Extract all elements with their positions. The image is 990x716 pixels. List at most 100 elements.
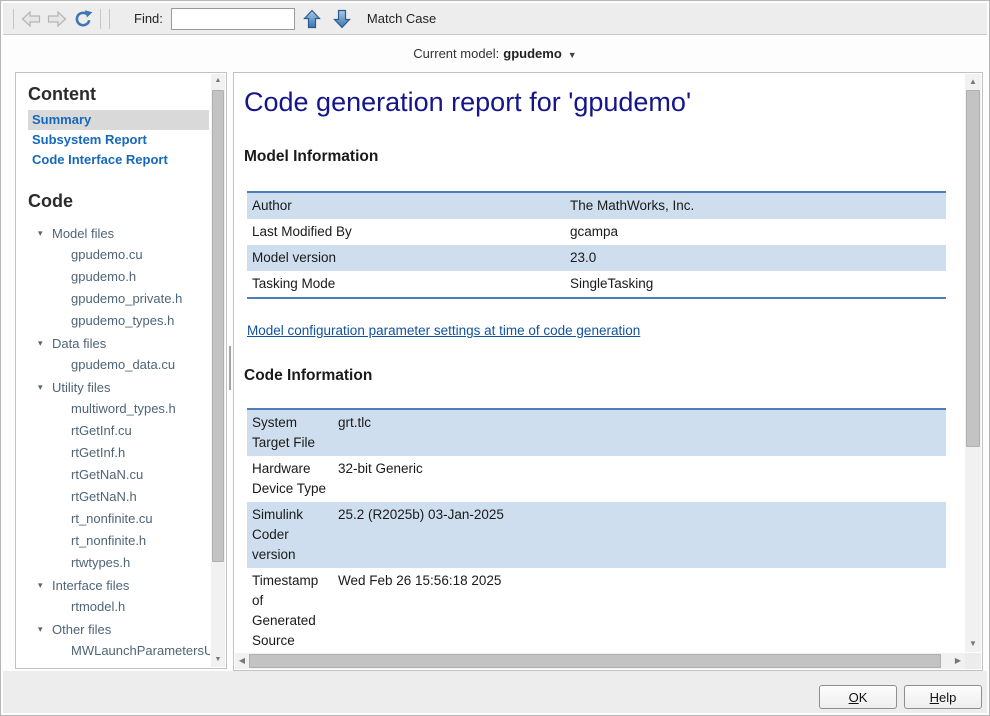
current-model-name: gpudemo <box>503 46 562 61</box>
tree-collapse-icon[interactable]: ▾ <box>38 580 52 591</box>
tree-file-item[interactable]: rtmodel.h <box>28 596 210 618</box>
row-label: Tasking Mode <box>247 271 565 298</box>
find-label: Find: <box>134 11 163 26</box>
scroll-right-icon[interactable]: ▶ <box>951 653 965 669</box>
code-information-heading: Code Information <box>244 367 955 384</box>
tree-group-label: Model files <box>52 226 114 241</box>
sidebar-link[interactable]: Subsystem Report <box>28 130 209 150</box>
sidebar-link[interactable]: Code Interface Report <box>28 150 209 170</box>
row-value: gcampa <box>565 219 946 245</box>
model-information-heading: Model Information <box>244 148 955 165</box>
tree-file-item[interactable]: rtGetInf.cu <box>28 420 210 442</box>
row-value: grt.tlc <box>333 409 946 456</box>
tree-group[interactable]: ▾Interface files <box>28 574 210 596</box>
tree-group[interactable]: ▾Other files <box>28 618 210 640</box>
code-generation-report-window: Find: Match Case Current model:gpudemo▼ … <box>0 0 990 716</box>
tree-file-item[interactable]: rtGetNaN.h <box>28 486 210 508</box>
find-input[interactable] <box>171 8 295 30</box>
tree-collapse-icon[interactable]: ▾ <box>38 228 52 239</box>
ok-button[interactable]: OK <box>819 685 897 709</box>
forward-button[interactable] <box>44 6 70 32</box>
tree-file-item[interactable]: rtGetNaN.cu <box>28 464 210 486</box>
code-file-tree: ▾Model filesgpudemo.cugpudemo.hgpudemo_p… <box>28 222 210 662</box>
row-label: Last Modified By <box>247 219 565 245</box>
tree-group-label: Other files <box>52 622 111 637</box>
table-row: Simulink Coder version25.2 (R2025b) 03-J… <box>247 502 946 568</box>
up-arrow-icon <box>303 9 321 29</box>
table-row: Tasking ModeSingleTasking <box>247 271 946 298</box>
help-button[interactable]: Help <box>904 685 982 709</box>
sidebar-scrollbar[interactable]: ▲ ▼ <box>211 74 225 667</box>
back-button[interactable] <box>18 6 44 32</box>
sidebar-scrollbar-thumb[interactable] <box>212 90 224 562</box>
find-next-button[interactable] <box>329 6 355 32</box>
tree-collapse-icon[interactable]: ▾ <box>38 338 52 349</box>
toolbar-separator <box>13 9 14 29</box>
config-parameters-link[interactable]: Model configuration parameter settings a… <box>247 323 640 338</box>
table-row: System Target Filegrt.tlc <box>247 409 946 456</box>
main-scrollbar-thumb[interactable] <box>966 90 980 447</box>
current-model-selector[interactable]: Current model: gpudemo ▼ <box>1 46 989 61</box>
scrollbar-corner <box>965 653 981 669</box>
tree-group[interactable]: ▾Utility files <box>28 376 210 398</box>
tree-group[interactable]: ▾Model files <box>28 222 210 244</box>
tree-collapse-icon[interactable]: ▾ <box>38 624 52 635</box>
tree-file-item[interactable]: rt_nonfinite.h <box>28 530 210 552</box>
scroll-down-icon[interactable]: ▼ <box>965 636 981 652</box>
find-previous-button[interactable] <box>299 6 325 32</box>
toolbar-separator <box>109 9 110 29</box>
tree-file-item[interactable]: gpudemo_types.h <box>28 310 210 332</box>
tree-file-item[interactable]: rt_nonfinite.cu <box>28 508 210 530</box>
row-value: Wed Feb 26 15:56:18 2025 <box>333 568 946 653</box>
scroll-down-icon[interactable]: ▼ <box>211 653 225 667</box>
table-row: Timestamp of Generated SourceWed Feb 26 … <box>247 568 946 653</box>
row-label: Timestamp of Generated Source <box>247 568 333 653</box>
back-arrow-icon <box>21 10 41 28</box>
tree-group[interactable]: ▾Data files <box>28 332 210 354</box>
table-row: Model version23.0 <box>247 245 946 271</box>
tree-file-item[interactable]: gpudemo.cu <box>28 244 210 266</box>
row-label: System Target File <box>247 409 333 456</box>
model-information-table: AuthorThe MathWorks, Inc.Last Modified B… <box>247 191 946 299</box>
table-row: Hardware Device Type32-bit Generic <box>247 456 946 502</box>
row-label: Simulink Coder version <box>247 502 333 568</box>
tree-file-item[interactable]: gpudemo_data.cu <box>28 354 210 376</box>
tree-group-label: Data files <box>52 336 106 351</box>
tree-collapse-icon[interactable]: ▾ <box>38 382 52 393</box>
forward-arrow-icon <box>47 10 67 28</box>
scroll-up-icon[interactable]: ▲ <box>965 74 981 90</box>
code-information-table: System Target Filegrt.tlcHardware Device… <box>247 408 946 653</box>
row-value: The MathWorks, Inc. <box>565 192 946 219</box>
main-horizontal-scrollbar[interactable]: ◀ ▶ <box>235 653 965 669</box>
match-case-toggle[interactable]: Match Case <box>367 11 436 26</box>
tree-file-item[interactable]: rtwtypes.h <box>28 552 210 574</box>
content-links: SummarySubsystem ReportCode Interface Re… <box>28 110 210 170</box>
code-info-tbody: System Target Filegrt.tlcHardware Device… <box>247 409 946 653</box>
toolbar-separator <box>100 9 101 29</box>
table-row: AuthorThe MathWorks, Inc. <box>247 192 946 219</box>
tree-file-item[interactable]: gpudemo_private.h <box>28 288 210 310</box>
dropdown-caret-icon: ▼ <box>568 50 577 60</box>
main-vertical-scrollbar[interactable]: ▲ ▼ <box>965 74 981 652</box>
tree-file-item[interactable]: multiword_types.h <box>28 398 210 420</box>
refresh-button[interactable] <box>70 6 96 32</box>
code-heading: Code <box>28 190 210 212</box>
sidebar-content: Content SummarySubsystem ReportCode Inte… <box>16 73 210 668</box>
sidebar-link[interactable]: Summary <box>28 110 209 130</box>
row-label: Hardware Device Type <box>247 456 333 502</box>
page-title: Code generation report for 'gpudemo' <box>244 87 955 117</box>
tree-file-item[interactable]: rtGetInf.h <box>28 442 210 464</box>
tree-group-label: Utility files <box>52 380 111 395</box>
current-model-label: Current model: <box>413 46 499 61</box>
row-value: 23.0 <box>565 245 946 271</box>
scroll-up-icon[interactable]: ▲ <box>211 74 225 88</box>
scroll-left-icon[interactable]: ◀ <box>235 653 249 669</box>
refresh-icon <box>73 9 93 29</box>
tree-file-item[interactable]: MWLaunchParametersUti <box>28 640 210 662</box>
tree-file-item[interactable]: gpudemo.h <box>28 266 210 288</box>
tree-group-label: Interface files <box>52 578 129 593</box>
row-label: Author <box>247 192 565 219</box>
report-main-panel: Code generation report for 'gpudemo' Mod… <box>233 72 983 671</box>
main-horizontal-thumb[interactable] <box>249 654 941 668</box>
panel-splitter-handle[interactable] <box>229 346 231 390</box>
